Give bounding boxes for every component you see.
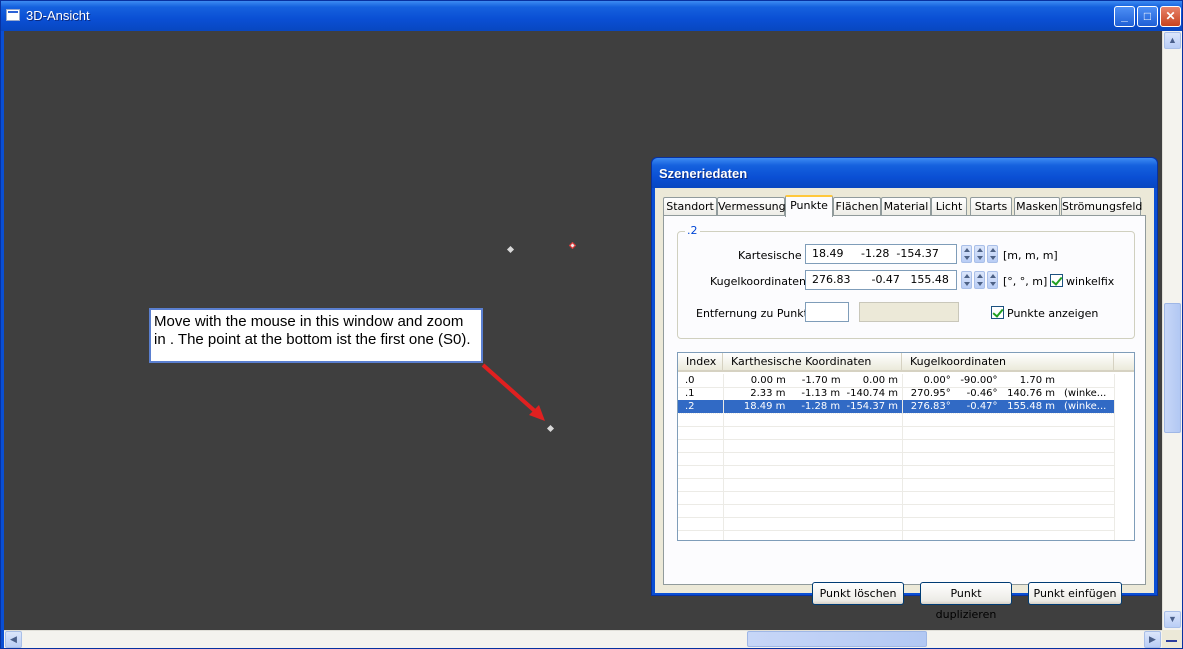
table-cell-kugel: 270.95° -0.46° 140.76 m <box>910 388 1055 399</box>
kartesische-z-stepper[interactable] <box>987 245 998 263</box>
tab-material[interactable]: Material <box>881 197 931 216</box>
minimize-button[interactable]: _ <box>1114 6 1135 27</box>
table-cell-index: .0 <box>685 375 695 386</box>
tab-starts[interactable]: Starts <box>970 197 1012 216</box>
table-cell-index: .2 <box>685 401 695 412</box>
column-cartesian[interactable]: Karthesische Koordinaten <box>723 353 902 372</box>
scroll-right-button[interactable]: ▶ <box>1144 631 1161 648</box>
kartesische-label: Kartesische <box>738 249 802 262</box>
table-gridline <box>678 413 1114 414</box>
tab-masken[interactable]: Masken <box>1014 197 1060 216</box>
horizontal-scroll-thumb[interactable] <box>747 631 927 647</box>
kartesische-y-stepper[interactable] <box>974 245 985 263</box>
entfernung-result <box>859 302 959 322</box>
table-cell-kugel: 276.83° -0.47° 155.48 m <box>910 401 1055 412</box>
dialog-title-bar[interactable]: Szeneriedaten <box>652 158 1157 188</box>
table-cell-extra: (winke... <box>1064 388 1107 399</box>
maximize-button[interactable]: □ <box>1137 6 1158 27</box>
column-divider <box>1114 374 1115 540</box>
table-row[interactable]: .0 0.00 m -1.70 m 0.00 m 0.00° -90.00° 1.7… <box>678 374 1114 387</box>
punkte-anzeigen-label: Punkte anzeigen <box>1007 307 1099 320</box>
table-gridline <box>678 426 1114 427</box>
table-cell-index: .1 <box>685 388 695 399</box>
kugel-field[interactable]: 276.83 -0.47 155.48 <box>805 270 957 290</box>
dialog-body: Standort Vermessung Punkte Flächen Mater… <box>655 188 1154 621</box>
table-cell-extra: (winke... <box>1064 401 1107 412</box>
table-gridline <box>678 478 1114 479</box>
table-gridline <box>678 517 1114 518</box>
kugel-unit: [°, °, m] <box>1003 275 1048 288</box>
kartesische-x-stepper[interactable] <box>961 245 972 263</box>
table-gridline <box>678 504 1114 505</box>
dialog-title: Szeneriedaten <box>659 166 748 181</box>
table-gridline <box>678 452 1114 453</box>
table-gridline <box>678 491 1114 492</box>
kugel-label: Kugelkoordinaten <box>710 275 807 288</box>
tab-punkte[interactable]: Punkte <box>785 195 833 217</box>
table-cell-cart: 2.33 m -1.13 m -140.74 m <box>750 388 898 399</box>
table-gridline <box>678 530 1114 531</box>
points-table[interactable]: Index Karthesische Koordinaten Kugelkoor… <box>677 352 1135 541</box>
scroll-down-button[interactable]: ▼ <box>1164 611 1181 628</box>
table-cell-cart: 18.49 m -1.28 m -154.37 m <box>743 401 898 412</box>
tab-licht[interactable]: Licht <box>931 197 967 216</box>
window-title: 3D-Ansicht <box>26 8 90 23</box>
table-cell-kugel: 0.00° -90.00° 1.70 m <box>923 375 1055 386</box>
horizontal-scrollbar[interactable]: ◀ ▶ <box>4 630 1162 648</box>
column-divider <box>723 374 724 540</box>
scene-data-dialog: Szeneriedaten Standort Vermessung Punkte… <box>651 157 1158 621</box>
entfernung-label: Entfernung zu Punkt <box>696 307 808 320</box>
scroll-left-button[interactable]: ◀ <box>5 631 22 648</box>
winkelfix-label: winkelfix <box>1066 275 1115 288</box>
kartesische-unit: [m, m, m] <box>1003 249 1058 262</box>
title-bar[interactable]: 3D-Ansicht _ □ ✕ <box>1 1 1182 31</box>
kugel-phi-stepper[interactable] <box>974 271 985 289</box>
duplicate-point-button[interactable]: Punkt duplizieren <box>920 582 1012 621</box>
entfernung-field[interactable] <box>805 302 849 322</box>
punkte-panel: .2 Kartesische 18.49 -1.28 -154.37 [m, m… <box>663 215 1146 621</box>
vertical-scroll-thumb[interactable] <box>1164 303 1181 433</box>
tab-standort[interactable]: Standort <box>663 197 717 216</box>
table-gridline <box>678 439 1114 440</box>
kartesische-field[interactable]: 18.49 -1.28 -154.37 <box>805 244 957 264</box>
table-header: Index Karthesische Koordinaten Kugelkoor… <box>678 353 1134 372</box>
arrow-icon <box>481 363 545 421</box>
instruction-note: Move with the mouse in this window and z… <box>149 308 483 363</box>
insert-point-button[interactable]: Punkt einfügen <box>1028 582 1122 605</box>
winkelfix-checkbox[interactable] <box>1050 274 1063 287</box>
column-spherical[interactable]: Kugelkoordinaten <box>902 353 1114 372</box>
resize-grip[interactable] <box>1162 630 1182 648</box>
kugel-r-stepper[interactable] <box>987 271 998 289</box>
table-cell-cart: 0.00 m -1.70 m 0.00 m <box>750 375 898 386</box>
column-divider <box>902 374 903 540</box>
window-icon <box>6 9 20 21</box>
table-gridline <box>678 465 1114 466</box>
kugel-theta-stepper[interactable] <box>961 271 972 289</box>
vertical-scrollbar[interactable]: ▲ ▼ <box>1162 31 1182 630</box>
table-row[interactable]: .1 2.33 m -1.13 m -140.74 m 270.95° -0.46°… <box>678 387 1114 400</box>
tab-vermessung[interactable]: Vermessung <box>717 197 786 216</box>
main-window: 3D-Ansicht _ □ ✕ Move with the mouse in … <box>0 0 1183 649</box>
tab-flaechen[interactable]: Flächen <box>833 197 881 216</box>
point-group: .2 Kartesische 18.49 -1.28 -154.37 [m, m… <box>677 224 1135 339</box>
column-index[interactable]: Index <box>678 353 723 372</box>
delete-point-button[interactable]: Punkt löschen <box>812 582 904 605</box>
scene-point-selected[interactable] <box>568 241 577 250</box>
group-label: .2 <box>685 224 700 237</box>
table-row[interactable]: .2 18.49 m -1.28 m -154.37 m 276.83° -0.47… <box>678 399 1115 414</box>
punkte-anzeigen-checkbox[interactable] <box>991 306 1004 319</box>
scroll-up-button[interactable]: ▲ <box>1164 32 1181 49</box>
scene-point[interactable] <box>506 245 515 254</box>
tab-stroemungsfeld[interactable]: Strömungsfeld <box>1061 197 1142 216</box>
close-button[interactable]: ✕ <box>1160 6 1181 27</box>
table-cell-extra <box>1064 374 1114 387</box>
